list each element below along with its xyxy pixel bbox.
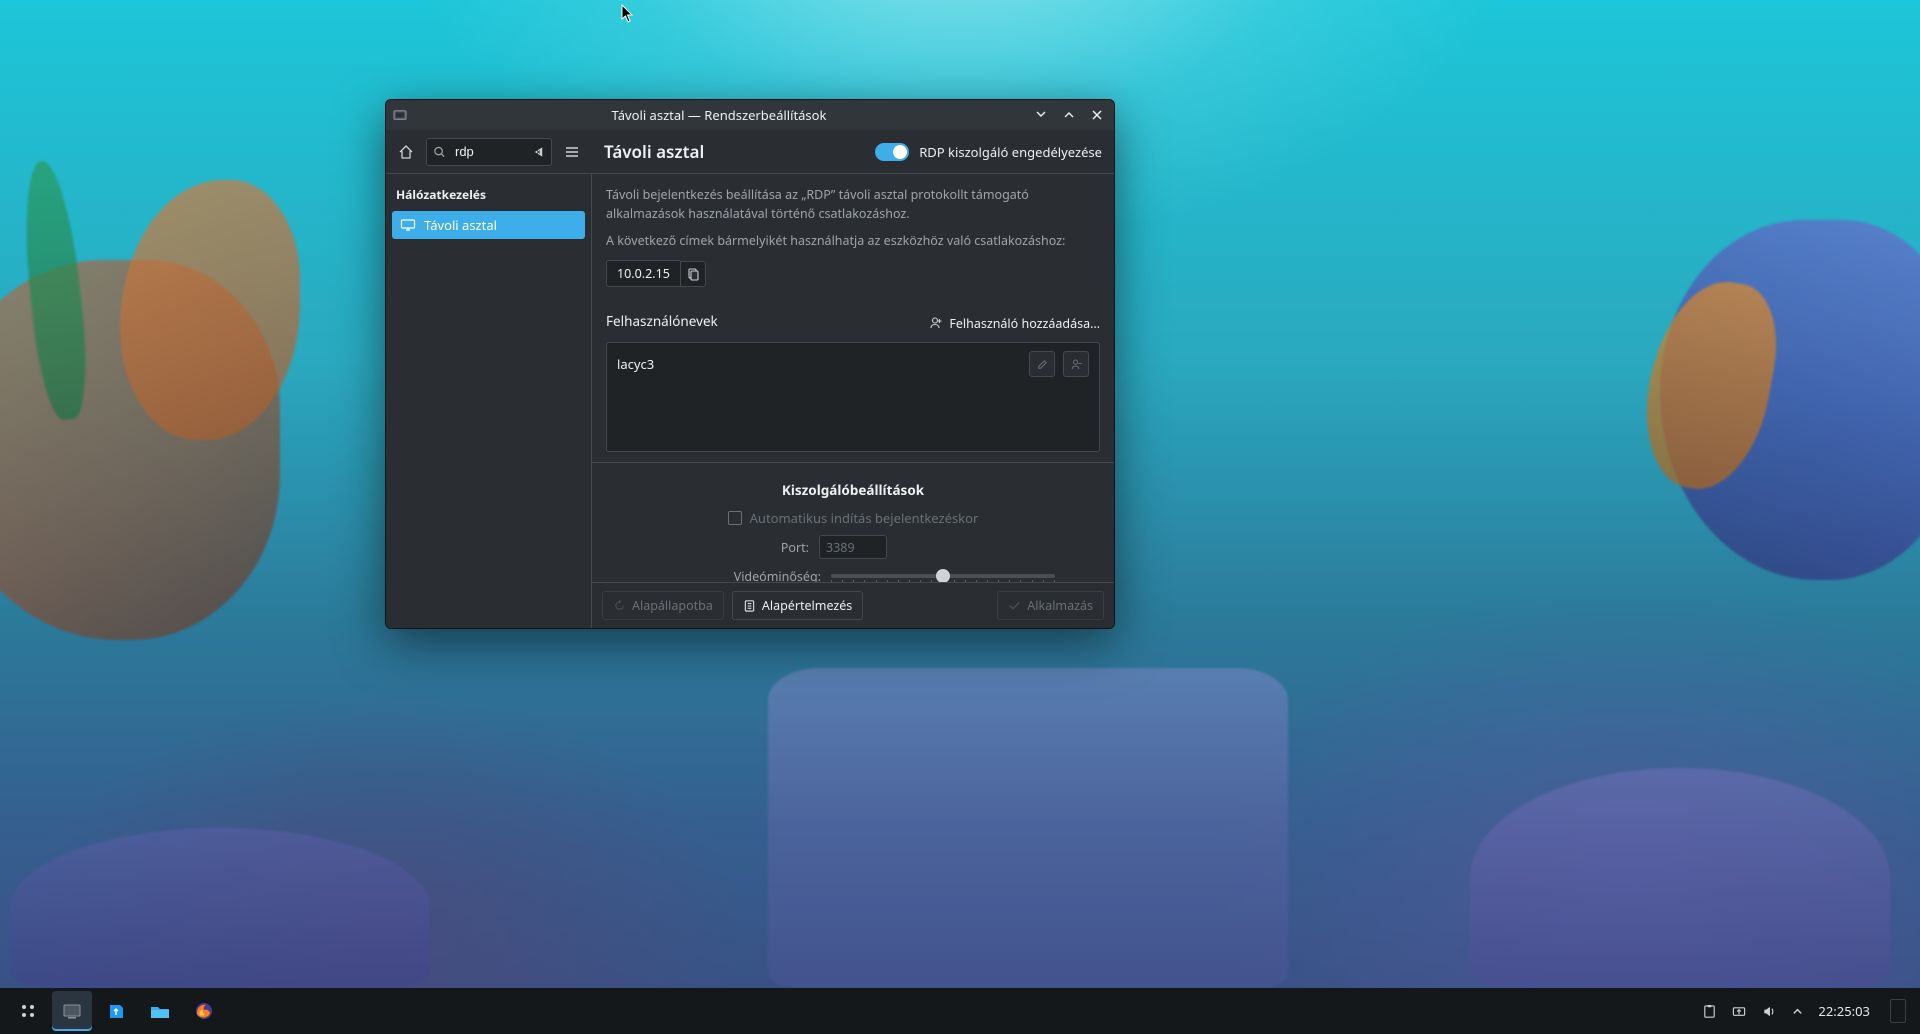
taskbar-dolphin[interactable] <box>140 991 180 1031</box>
taskbar-firefox[interactable] <box>184 991 224 1031</box>
description-text-2: A következő címek bármelyikét használhat… <box>606 232 1100 251</box>
tray-expand-icon[interactable] <box>1791 1005 1804 1018</box>
port-label: Port: <box>639 539 809 556</box>
wallpaper-shape <box>10 828 430 988</box>
search-input[interactable] <box>453 143 525 160</box>
add-user-button[interactable]: Felhasználó hozzáadása… <box>929 315 1100 332</box>
rdp-enable-label: RDP kiszolgáló engedélyezése <box>919 143 1102 161</box>
address-value: 10.0.2.15 <box>606 260 680 287</box>
clear-search-button[interactable] <box>532 145 545 158</box>
maximize-button[interactable] <box>1058 104 1080 126</box>
app-icon <box>392 107 408 123</box>
edit-user-button[interactable] <box>1029 351 1055 377</box>
taskbar-discover[interactable] <box>96 991 136 1031</box>
apply-button[interactable]: Alkalmazás <box>997 591 1104 620</box>
home-button[interactable] <box>392 138 420 166</box>
rdp-enable-toggle[interactable] <box>875 143 909 161</box>
sidebar-section-networking: Hálózatkezelés <box>386 178 591 209</box>
volume-tray-icon[interactable] <box>1761 1004 1777 1019</box>
description-text-1: Távoli bejelentkezés beállítása az „RDP”… <box>606 186 1100 224</box>
autostart-label: Automatikus indítás bejelentkezéskor <box>750 509 979 527</box>
autostart-row[interactable]: Automatikus indítás bejelentkezéskor <box>606 509 1100 527</box>
app-launcher-button[interactable] <box>8 991 48 1031</box>
mouse-cursor <box>621 4 635 24</box>
remove-user-button[interactable] <box>1063 351 1089 377</box>
copy-address-button[interactable] <box>680 261 706 287</box>
wallpaper-shape <box>1470 768 1890 988</box>
reset-label: Alapállapotba <box>632 597 713 614</box>
user-row[interactable]: lacyc3 <box>607 343 1099 385</box>
search-field[interactable] <box>426 138 552 166</box>
user-name: lacyc3 <box>617 355 1021 373</box>
sidebar: Hálózatkezelés Távoli asztal <box>386 174 592 628</box>
titlebar[interactable]: Távoli asztal — Rendszerbeállítások <box>386 100 1114 130</box>
taskbar-system-settings[interactable] <box>52 991 92 1031</box>
user-list: lacyc3 <box>606 342 1100 452</box>
autostart-checkbox[interactable] <box>728 511 742 525</box>
footer: Alapállapotba Alapértelmezés Alkalmazás <box>592 582 1114 628</box>
add-user-label: Felhasználó hozzáadása… <box>949 315 1100 332</box>
wallpaper-shape <box>768 668 1288 988</box>
taskbar: 22:25:03 <box>0 988 1920 1034</box>
monitor-icon <box>400 217 416 233</box>
users-heading: Felhasználónevek <box>606 312 718 330</box>
port-input[interactable]: 3389 <box>819 535 887 559</box>
minimize-button[interactable] <box>1030 104 1052 126</box>
menu-button[interactable] <box>558 138 586 166</box>
video-quality-slider[interactable] <box>831 567 1055 582</box>
taskbar-clock[interactable]: 22:25:03 <box>1818 1002 1870 1020</box>
clipboard-tray-icon[interactable] <box>1702 1004 1717 1019</box>
window-title: Távoli asztal — Rendszerbeállítások <box>414 106 1024 124</box>
close-button[interactable] <box>1086 104 1108 126</box>
slider-handle[interactable] <box>936 569 950 582</box>
page-title: Távoli asztal <box>604 140 704 163</box>
server-settings-section: Kiszolgálóbeállítások Automatikus indítá… <box>592 462 1114 582</box>
server-settings-heading: Kiszolgálóbeállítások <box>606 481 1100 499</box>
apply-label: Alkalmazás <box>1027 597 1093 614</box>
reset-button[interactable]: Alapállapotba <box>602 591 724 620</box>
defaults-button[interactable]: Alapértelmezés <box>732 591 863 620</box>
show-desktop-button[interactable] <box>1884 999 1906 1023</box>
search-icon <box>433 145 446 158</box>
system-settings-window: Távoli asztal — Rendszerbeállítások <box>385 99 1115 629</box>
desktop: Távoli asztal — Rendszerbeállítások <box>0 0 1920 1034</box>
add-user-icon <box>929 316 943 330</box>
defaults-label: Alapértelmezés <box>762 597 852 614</box>
sidebar-item-remote-desktop[interactable]: Távoli asztal <box>392 211 585 239</box>
content-pane: Távoli bejelentkezés beállítása az „RDP”… <box>592 174 1114 628</box>
network-tray-icon[interactable] <box>1731 1004 1747 1019</box>
video-quality-label: Videóminőség: <box>651 568 821 582</box>
sidebar-item-label: Távoli asztal <box>424 216 497 234</box>
toolbar: Távoli asztal RDP kiszolgáló engedélyezé… <box>386 130 1114 174</box>
